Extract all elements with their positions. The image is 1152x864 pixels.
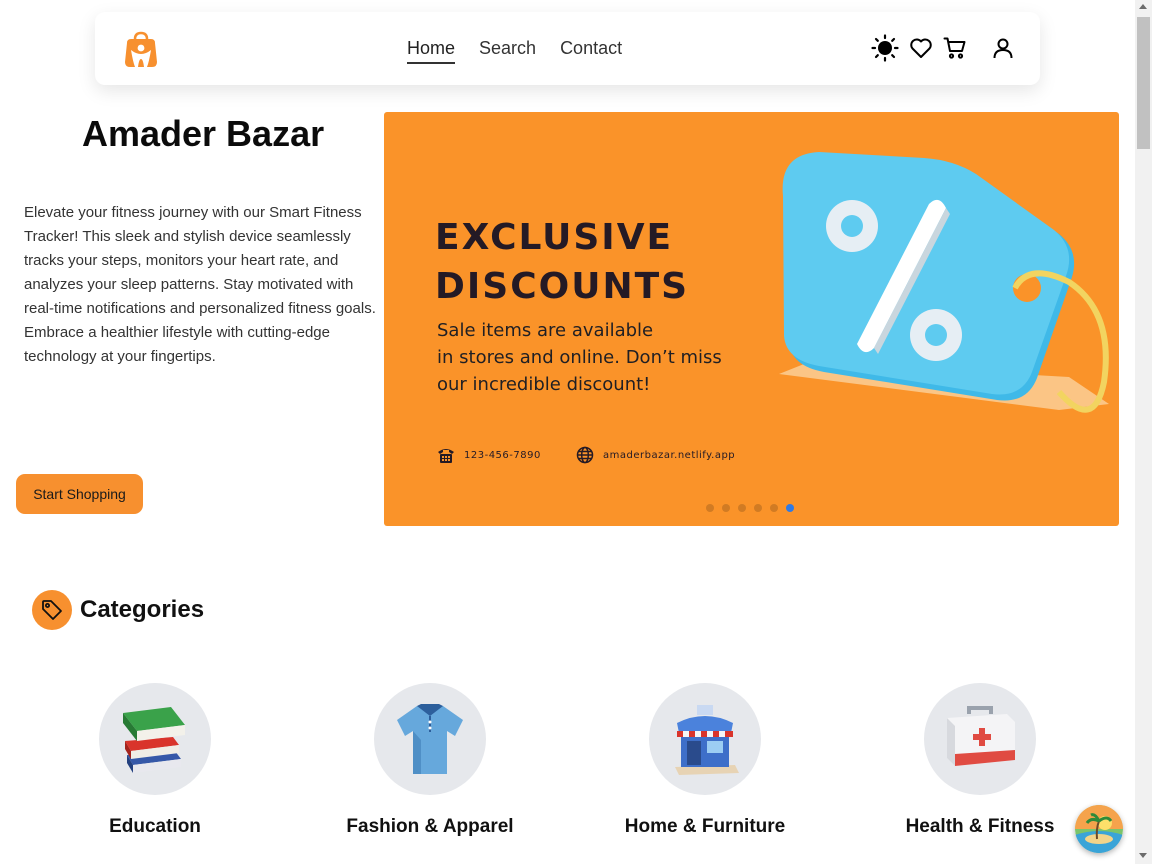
nav-search-link[interactable]: Search: [479, 38, 536, 64]
banner-heading-line-1: EXCLUSIVE: [435, 217, 674, 258]
scroll-down-arrow-icon[interactable]: [1139, 853, 1147, 858]
category-label: Fashion & Apparel: [346, 816, 514, 837]
scroll-up-arrow-icon[interactable]: [1139, 4, 1147, 9]
categories-title: Categories: [80, 596, 205, 623]
sun-icon[interactable]: [870, 32, 900, 64]
tag-icon: [32, 590, 72, 630]
navbar: Home Search Contact: [95, 12, 1040, 85]
category-card-education[interactable]: Education: [55, 683, 255, 838]
page-scrollbar[interactable]: [1135, 0, 1152, 864]
category-label: Health & Fitness: [905, 816, 1055, 837]
carousel-dot[interactable]: [706, 504, 714, 512]
category-image: [374, 683, 486, 795]
category-label: Home & Furniture: [624, 816, 786, 837]
shopping-bag-logo-icon[interactable]: [122, 31, 160, 69]
carousel-dot[interactable]: [754, 504, 762, 512]
store-icon: [675, 705, 739, 775]
carousel-dot[interactable]: [738, 504, 746, 512]
nav-home-link[interactable]: Home: [407, 38, 456, 64]
carousel-dot[interactable]: [770, 504, 778, 512]
carousel-dots: [706, 504, 794, 512]
carousel-dot[interactable]: [722, 504, 730, 512]
category-image: [649, 683, 761, 795]
banner-subtext-line-1: Sale items are available: [437, 320, 654, 341]
banner-phone-number: 123-456-7890: [464, 449, 541, 461]
main-nav: Home Search Contact: [407, 38, 622, 64]
nav-contact-link[interactable]: Contact: [560, 38, 622, 64]
scroll-thumb[interactable]: [1137, 17, 1150, 149]
discount-tag-icon: [779, 152, 1109, 413]
banner-website: amaderbazar.netlify.app: [576, 446, 735, 464]
promo-banner-carousel[interactable]: EXCLUSIVE DISCOUNTS Sale items are avail…: [384, 112, 1119, 526]
globe-icon: [576, 446, 594, 464]
cart-icon[interactable]: [940, 32, 970, 64]
category-card-home-furniture[interactable]: Home & Furniture: [605, 683, 805, 838]
heart-icon[interactable]: [906, 32, 936, 64]
category-image: [924, 683, 1036, 795]
carousel-dot-active[interactable]: [786, 504, 794, 512]
hero-description: Elevate your fitness journey with our Sm…: [24, 204, 376, 365]
telephone-icon: [438, 449, 454, 463]
start-shopping-button[interactable]: Start Shopping: [16, 474, 143, 514]
island-avatar-icon: [1075, 805, 1123, 853]
category-card-health-fitness[interactable]: Health & Fitness: [880, 683, 1080, 838]
categories-header: Categories: [32, 590, 204, 630]
category-image: [99, 683, 211, 795]
floating-avatar-button[interactable]: [1075, 805, 1123, 853]
category-label: Education: [109, 816, 201, 837]
first-aid-icon: [947, 706, 1015, 766]
banner-subtext-line-3: our incredible discount!: [437, 374, 651, 395]
user-icon[interactable]: [988, 32, 1018, 64]
banner-subtext-line-2: in stores and online. Don’t miss: [437, 347, 722, 368]
banner-subtext: Sale items are available in stores and o…: [437, 317, 757, 398]
banner-phone: 123-456-7890: [437, 446, 541, 464]
books-icon: [123, 707, 185, 773]
category-card-fashion[interactable]: Fashion & Apparel: [330, 683, 530, 838]
shirt-icon: [397, 704, 463, 774]
hero-title: Amader Bazar: [82, 113, 325, 154]
banner-website-url: amaderbazar.netlify.app: [603, 449, 736, 461]
banner-heading: EXCLUSIVE DISCOUNTS: [435, 213, 755, 311]
banner-heading-line-2: DISCOUNTS: [435, 266, 690, 307]
nav-actions: [870, 32, 1018, 64]
